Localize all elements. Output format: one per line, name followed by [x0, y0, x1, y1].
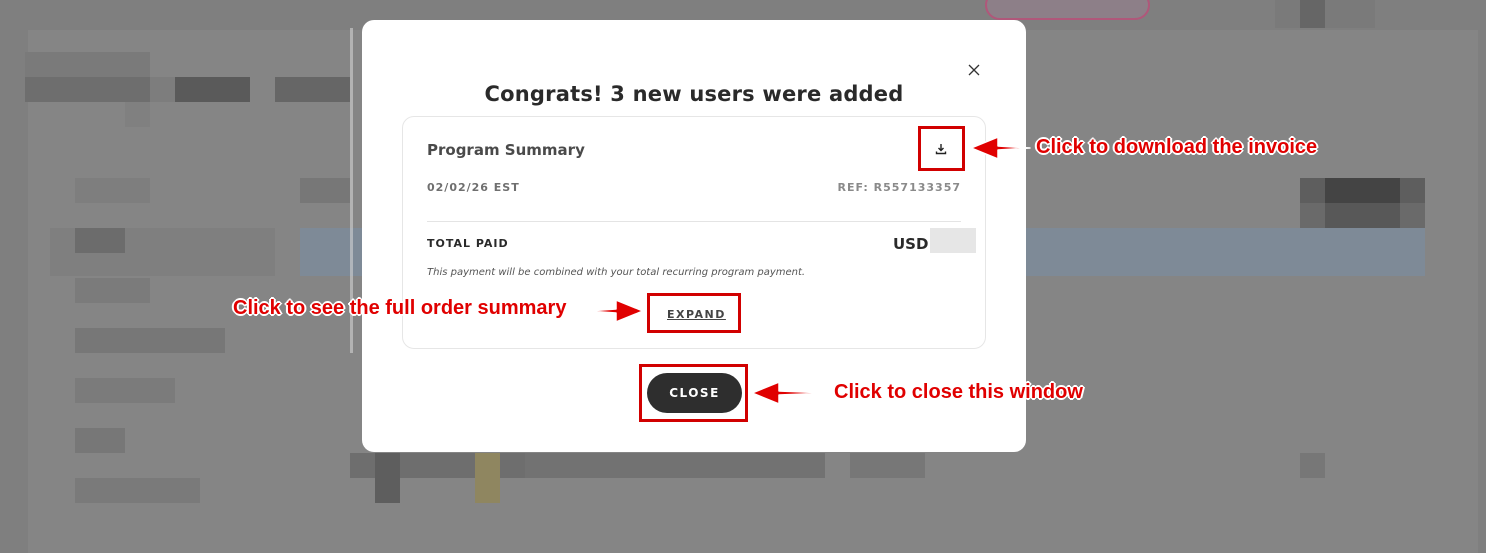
total-paid-currency: USD	[893, 235, 929, 253]
download-highlight-box	[918, 126, 965, 171]
close-highlight-box	[639, 364, 748, 422]
total-paid-label: TOTAL PAID	[427, 237, 509, 250]
arrow-right-icon	[587, 299, 644, 323]
arrow-left-icon	[751, 381, 828, 405]
annotation-download: Click to download the invoice	[1036, 136, 1318, 158]
summary-ref: REF: R557133357	[837, 181, 961, 194]
divider	[427, 221, 961, 222]
program-summary-title: Program Summary	[427, 141, 585, 159]
background-pill	[985, 0, 1150, 20]
annotation-expand: Click to see the full order summary	[233, 297, 567, 319]
close-icon[interactable]	[962, 58, 986, 82]
total-paid-amount-redacted	[930, 228, 976, 253]
payment-note: This payment will be combined with your …	[427, 267, 806, 278]
summary-date: 02/02/26 EST	[427, 181, 520, 194]
arrow-left-icon	[970, 136, 1031, 160]
modal-title: Congrats! 3 new users were added	[484, 82, 904, 106]
expand-highlight-box	[647, 293, 741, 333]
annotation-close: Click to close this window	[834, 381, 1083, 403]
